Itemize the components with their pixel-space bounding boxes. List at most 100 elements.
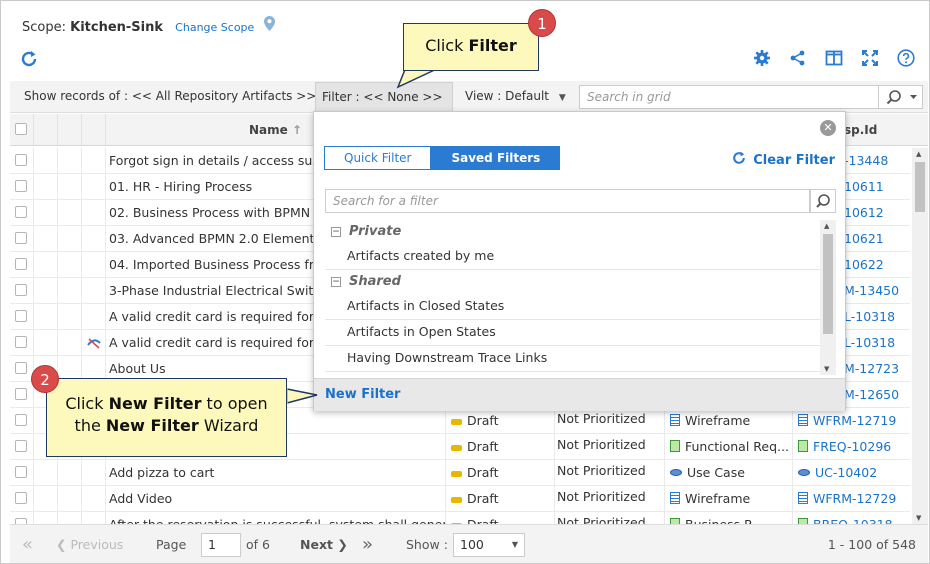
page-number-input[interactable]: 1 (201, 533, 241, 557)
id-link[interactable]: 10622 (844, 252, 910, 278)
row-checkbox[interactable] (15, 310, 27, 322)
row-select-cell[interactable] (10, 252, 34, 278)
page-size-select[interactable]: 100 ▼ (453, 533, 525, 557)
row-select-cell[interactable] (10, 408, 34, 434)
id-link[interactable]: 10612 (844, 200, 910, 226)
row-checkbox[interactable] (15, 414, 27, 426)
id-link[interactable]: WFRM-12719 (793, 408, 910, 434)
filter-search-button[interactable] (810, 189, 836, 213)
help-icon[interactable] (897, 49, 915, 67)
id-link[interactable]: WFRM-12729 (793, 486, 910, 512)
row-flag-cell (82, 512, 106, 524)
wireframe-icon (670, 492, 680, 504)
id-link[interactable]: L-10318 (844, 304, 910, 330)
table-row[interactable]: Add pizza to cart Draft Not Prioritized Use… (10, 460, 910, 486)
row-select-cell[interactable] (10, 512, 34, 524)
id-link[interactable]: M-12723 (844, 356, 910, 382)
filter-list-scrollbar[interactable]: ▲ ▼ (820, 220, 836, 375)
first-page-icon[interactable]: « (22, 534, 33, 555)
row-checkbox[interactable] (15, 492, 27, 504)
scroll-down-icon[interactable]: ▼ (916, 514, 921, 522)
callout-pointer (284, 388, 318, 404)
clear-filter-button[interactable]: Clear Filter (731, 150, 835, 168)
saved-filter-item[interactable]: Having Downstream Trace Links (325, 346, 820, 372)
id-link[interactable]: M-12650 (844, 382, 910, 408)
next-page-button[interactable]: Next ❯ (300, 537, 348, 552)
gear-icon[interactable] (753, 49, 771, 67)
scroll-up-icon[interactable]: ▲ (824, 222, 829, 230)
saved-filters-tab[interactable]: Saved Filters (431, 146, 561, 170)
row-select-cell[interactable] (10, 278, 34, 304)
row-checkbox[interactable] (15, 362, 27, 374)
id-link[interactable]: -13448 (844, 148, 910, 174)
id-link[interactable]: 10611 (844, 174, 910, 200)
name-cell[interactable]: Add Video (106, 486, 446, 512)
row-checkbox[interactable] (15, 388, 27, 400)
row-select-cell[interactable] (10, 382, 34, 408)
grid-scrollbar[interactable]: ▲ ▼ (912, 148, 928, 524)
row-select-cell[interactable] (10, 330, 34, 356)
id-link[interactable]: M-13450 (844, 278, 910, 304)
id-link[interactable]: FREQ-10296 (793, 434, 910, 460)
close-icon[interactable]: ✕ (820, 120, 836, 136)
expand-icon[interactable] (861, 49, 879, 67)
filter-group-header[interactable]: − Private (325, 220, 820, 244)
row-select-cell[interactable] (10, 304, 34, 330)
row-select-cell[interactable] (10, 148, 34, 174)
row-select-cell[interactable] (10, 174, 34, 200)
select-all-cell[interactable] (10, 114, 34, 146)
refresh-icon[interactable] (19, 49, 39, 69)
filter-group-header[interactable]: − Shared (325, 270, 820, 294)
columns-icon[interactable] (825, 49, 843, 67)
id-column-header[interactable]: sp.Id (844, 114, 910, 146)
scroll-up-icon[interactable]: ▲ (916, 150, 921, 158)
row-checkbox[interactable] (15, 206, 27, 218)
saved-filter-item[interactable]: Artifacts in Open States (325, 320, 820, 346)
row-checkbox[interactable] (15, 440, 27, 452)
grid-scroll-thumb[interactable] (915, 162, 925, 212)
caret-down-icon: ▼ (558, 93, 566, 103)
row-select-cell[interactable] (10, 200, 34, 226)
collapse-icon[interactable]: − (331, 277, 341, 287)
row-checkbox[interactable] (15, 466, 27, 478)
row-select-cell[interactable] (10, 460, 34, 486)
grid-search-input[interactable]: Search in grid (579, 85, 879, 109)
view-dropdown[interactable]: View : Default ▼ (459, 81, 572, 112)
row-checkbox[interactable] (15, 258, 27, 270)
id-link[interactable]: L-10318 (844, 330, 910, 356)
id-link[interactable]: UC-10402 (793, 460, 910, 486)
change-scope-link[interactable]: Change Scope (175, 21, 254, 34)
grid-search-button[interactable] (879, 85, 923, 109)
table-row[interactable]: Add Video Draft Not Prioritized Wireframe WF… (10, 486, 910, 512)
suspect-link-icon[interactable] (86, 337, 102, 349)
row-select-cell[interactable] (10, 226, 34, 252)
row-checkbox[interactable] (15, 154, 27, 166)
share-icon[interactable] (789, 49, 807, 67)
filter-search-input[interactable]: Search for a filter (325, 189, 810, 213)
name-cell[interactable]: After the reservation is successful, sys… (106, 512, 446, 524)
collapse-icon[interactable]: − (331, 227, 341, 237)
quick-filter-tab[interactable]: Quick Filter (324, 146, 432, 170)
id-link[interactable]: BREQ-10318 (793, 512, 910, 524)
filter-scroll-thumb[interactable] (823, 234, 833, 334)
select-all-checkbox[interactable] (15, 123, 27, 135)
row-checkbox[interactable] (15, 284, 27, 296)
id-link[interactable]: 10621 (844, 226, 910, 252)
row-select-cell[interactable] (10, 434, 34, 460)
table-row[interactable]: After the reservation is successful, sys… (10, 512, 910, 524)
search-icon (886, 90, 917, 105)
row-checkbox[interactable] (15, 232, 27, 244)
row-checkbox[interactable] (15, 336, 27, 348)
last-page-icon[interactable]: » (362, 534, 373, 555)
row-select-cell[interactable] (10, 486, 34, 512)
previous-page-button[interactable]: ❮ Previous (56, 537, 123, 552)
saved-filter-item[interactable]: Artifacts created by me (325, 244, 820, 270)
show-records-dropdown[interactable]: Show records of : << All Repository Arti… (18, 81, 339, 112)
new-filter-button[interactable]: New Filter (314, 378, 845, 411)
id-use-case-icon (798, 469, 810, 476)
name-cell[interactable]: Add pizza to cart (106, 460, 446, 486)
scroll-down-icon[interactable]: ▼ (824, 365, 829, 373)
saved-filter-item[interactable]: Artifacts in Closed States (325, 294, 820, 320)
location-pin-icon[interactable] (264, 16, 276, 35)
row-checkbox[interactable] (15, 180, 27, 192)
